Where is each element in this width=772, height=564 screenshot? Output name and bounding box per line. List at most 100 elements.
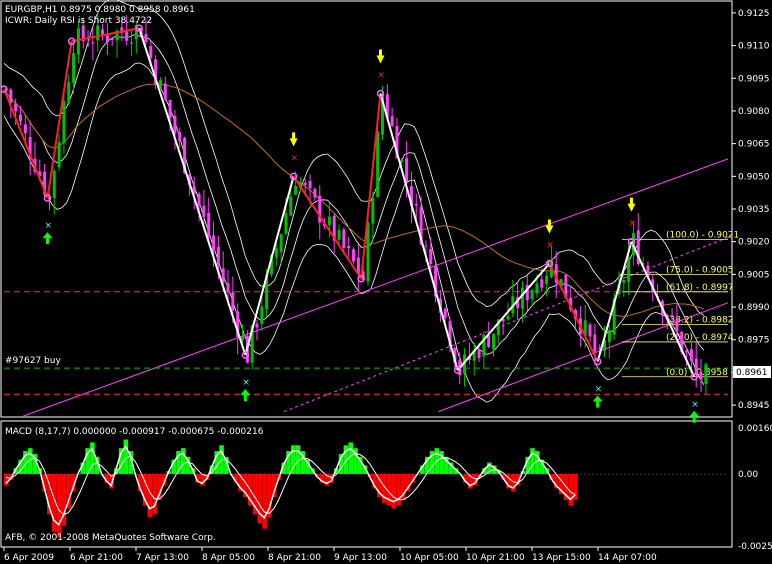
main-panel-frame [0,0,733,418]
candle-body [173,115,177,134]
candle-body [699,371,703,380]
candle-body [685,350,689,353]
candle-body [337,230,341,240]
candle-body [9,89,13,103]
candle-body [76,28,80,55]
candle-body [91,42,95,44]
buy-marker: × [44,221,52,231]
candle-body [260,306,264,324]
macd-bar [530,448,535,475]
zigzag-segment [379,93,459,371]
price-label: 0.8945 [738,401,770,411]
zigzag-segment [46,41,73,199]
candle-body [67,82,71,104]
price-label: 0.9095 [738,74,770,84]
candle-body [284,213,288,234]
candle-body [670,314,674,316]
fib-label: (61.8) - 0.8997 [666,283,734,293]
macd-scale-label: 0.00 [738,470,758,480]
price-chart[interactable]: (100.0) - 0.9021 (75.0) - 0.9005 (61.8) - … [0,0,772,564]
candle-body [390,116,394,126]
price-label: 0.8975 [738,336,770,346]
up-arrow-icon [592,395,603,408]
candle-body [308,180,312,189]
zigzag-segment [596,241,633,362]
macd-bar [180,448,186,475]
price-label: 0.9125 [738,9,770,19]
indicator-header: ICWR: Daily RSI is Short 38.4722 [5,16,152,26]
macd-bar [348,442,353,475]
candle-body [231,292,235,311]
fib-label: (75.0) - 0.9005 [666,265,734,275]
moving-average [3,83,705,317]
candle-body [347,245,351,249]
candle-body [506,315,510,320]
macd-bar [391,474,397,509]
candle-body [72,53,76,83]
candle-body [535,283,539,294]
macd-bar [123,439,129,475]
price-label: 0.9035 [738,205,770,215]
buy-marker: × [242,378,250,388]
time-label: 13 Apr 15:00 [532,553,591,563]
candle-body [371,197,375,224]
candle-body [255,323,259,328]
candle-body [226,283,230,292]
up-arrow-icon [42,232,53,245]
price-label: 0.9065 [738,140,770,150]
price-channel [23,158,729,417]
candle-body [221,268,225,283]
time-label: 6 Apr 2009 [4,553,54,563]
copyright-label: AFB, © 2001-2008 MetaQuotes Software Cor… [5,533,216,543]
macd-bar [262,474,267,529]
time-label: 10 Apr 05:00 [400,553,459,563]
zigzag-lines [0,24,698,381]
time-label: 7 Apr 13:00 [136,553,189,563]
time-label: 6 Apr 21:00 [70,553,123,563]
sell-marker: × [546,240,554,250]
candle-body [52,170,56,199]
buy-marker: × [595,385,603,395]
zigzag-segment [548,263,599,362]
candle-body [96,25,100,41]
candle-body [588,324,592,337]
time-label: 14 Apr 07:00 [598,553,657,563]
sell-marker: × [628,219,636,229]
zigzag-segment [292,175,363,280]
symbol-header: EURGBP,H1 0.8975 0.8980 0.8958 0.8961 [5,5,195,15]
down-arrow-icon [627,197,636,212]
candle-body [241,335,245,341]
buy-marker: × [691,400,699,410]
candle-body [689,349,693,361]
candle-body [424,245,428,247]
down-arrow-icon [376,49,385,64]
candle-body [158,79,162,88]
order-label: #97627 buy [5,356,61,366]
macd-histogram [4,439,728,538]
channel-lower [23,158,729,417]
candle-body [101,29,105,35]
time-label: 8 Apr 05:00 [202,553,255,563]
macd-scale-label: 0.00160 [738,424,772,434]
macd-bar [147,474,153,518]
candle-body [376,131,380,197]
down-arrow-icon [289,132,298,147]
candle-body [342,229,346,248]
zigzag-segment [3,88,49,199]
zigzag-segment [71,27,140,43]
candle-body [14,103,18,112]
candle-body [622,279,626,283]
candle-body [303,182,307,185]
candle-body [429,248,433,264]
fib-label: (100.0) - 0.9021 [666,231,739,241]
price-label: 0.9110 [738,42,770,52]
candle-body [163,83,167,100]
zigzag-segment [456,262,551,371]
macd-bar [90,442,95,475]
candle-body [704,364,708,384]
candle-body [540,279,544,288]
price-label: 0.9050 [738,172,770,182]
macd-bar [396,474,401,506]
candle-body [178,132,182,142]
candle-body [86,43,90,45]
